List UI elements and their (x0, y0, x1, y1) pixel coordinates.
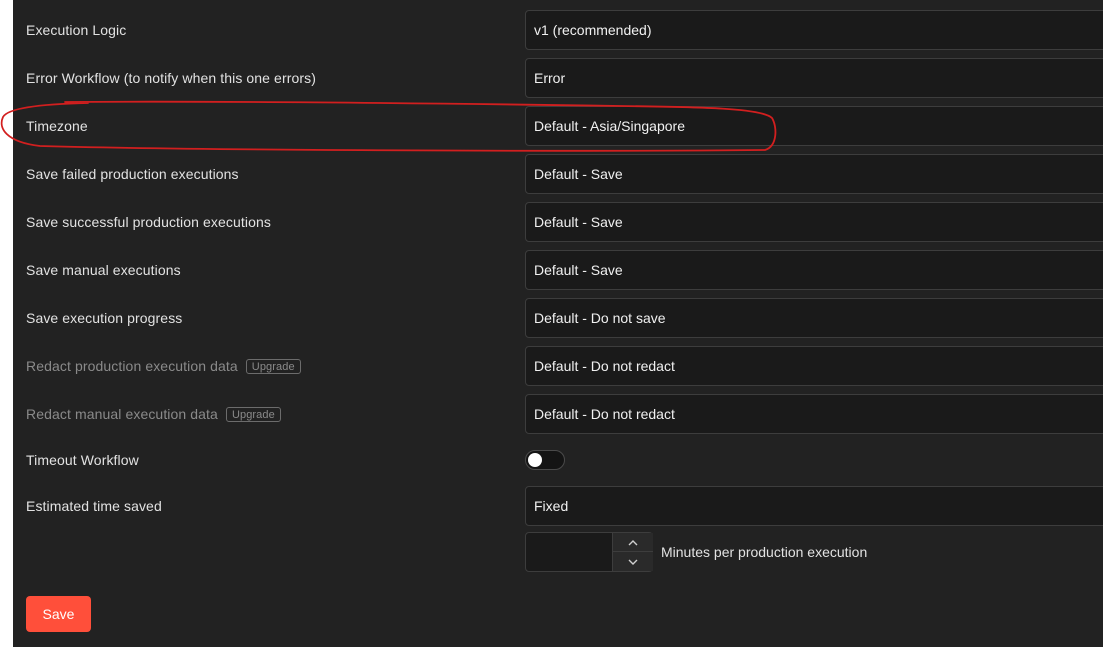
redact-production-label: Redact production execution data (26, 358, 238, 374)
error-workflow-label: Error Workflow (to notify when this one … (26, 70, 316, 86)
setting-row-time-saved: Estimated time saved Fixed (13, 486, 1103, 526)
save-successful-label: Save successful production executions (26, 214, 271, 230)
minutes-unit-label: Minutes per production execution (661, 544, 868, 560)
workflow-settings-panel: Execution Logic v1 (recommended) Error W… (13, 0, 1103, 647)
minutes-number-field (525, 532, 653, 572)
execution-logic-select[interactable]: v1 (recommended) (525, 10, 1103, 50)
chevron-down-icon (628, 559, 638, 565)
save-manual-select[interactable]: Default - Save (525, 250, 1103, 290)
minutes-stepper (612, 533, 653, 571)
page: Execution Logic v1 (recommended) Error W… (0, 0, 1103, 647)
redact-manual-label: Redact manual execution data (26, 406, 218, 422)
execution-logic-label: Execution Logic (26, 22, 127, 38)
timeout-workflow-label: Timeout Workflow (26, 452, 139, 468)
save-progress-label: Save execution progress (26, 310, 183, 326)
setting-row-timezone: Timezone Default - Asia/Singapore (13, 106, 1103, 146)
timeout-workflow-toggle[interactable] (525, 450, 565, 470)
setting-row-save-progress: Save execution progress Default - Do not… (13, 298, 1103, 338)
setting-row-save-manual: Save manual executions Default - Save (13, 250, 1103, 290)
redact-production-select[interactable]: Default - Do not redact (525, 346, 1103, 386)
save-failed-select[interactable]: Default - Save (525, 154, 1103, 194)
estimated-time-saved-label: Estimated time saved (26, 498, 162, 514)
upgrade-badge[interactable]: Upgrade (225, 407, 281, 422)
setting-row-redact-manual: Redact manual execution data Upgrade Defa… (13, 394, 1103, 434)
stepper-increment-button[interactable] (613, 533, 653, 552)
toggle-knob (528, 453, 542, 467)
setting-row-timeout: Timeout Workflow (13, 440, 1103, 480)
setting-row-error-workflow: Error Workflow (to notify when this one … (13, 58, 1103, 98)
timezone-select[interactable]: Default - Asia/Singapore (525, 106, 1103, 146)
minutes-input[interactable] (526, 533, 612, 571)
redact-manual-label-group: Redact manual execution data Upgrade (26, 394, 281, 434)
setting-row-save-successful: Save successful production executions De… (13, 202, 1103, 242)
save-button[interactable]: Save (26, 596, 91, 632)
upgrade-badge[interactable]: Upgrade (245, 359, 301, 374)
save-manual-label: Save manual executions (26, 262, 181, 278)
save-successful-select[interactable]: Default - Save (525, 202, 1103, 242)
stepper-decrement-button[interactable] (613, 552, 653, 571)
setting-row-redact-production: Redact production execution data Upgrade … (13, 346, 1103, 386)
save-progress-select[interactable]: Default - Do not save (525, 298, 1103, 338)
timezone-label: Timezone (26, 118, 88, 134)
redact-manual-select[interactable]: Default - Do not redact (525, 394, 1103, 434)
save-failed-label: Save failed production executions (26, 166, 239, 182)
setting-row-execution-logic: Execution Logic v1 (recommended) (13, 10, 1103, 50)
redact-production-label-group: Redact production execution data Upgrade (26, 346, 301, 386)
error-workflow-select[interactable]: Error (525, 58, 1103, 98)
chevron-up-icon (628, 539, 638, 546)
setting-row-save-failed: Save failed production executions Defaul… (13, 154, 1103, 194)
time-saved-mode-select[interactable]: Fixed (525, 486, 1103, 526)
